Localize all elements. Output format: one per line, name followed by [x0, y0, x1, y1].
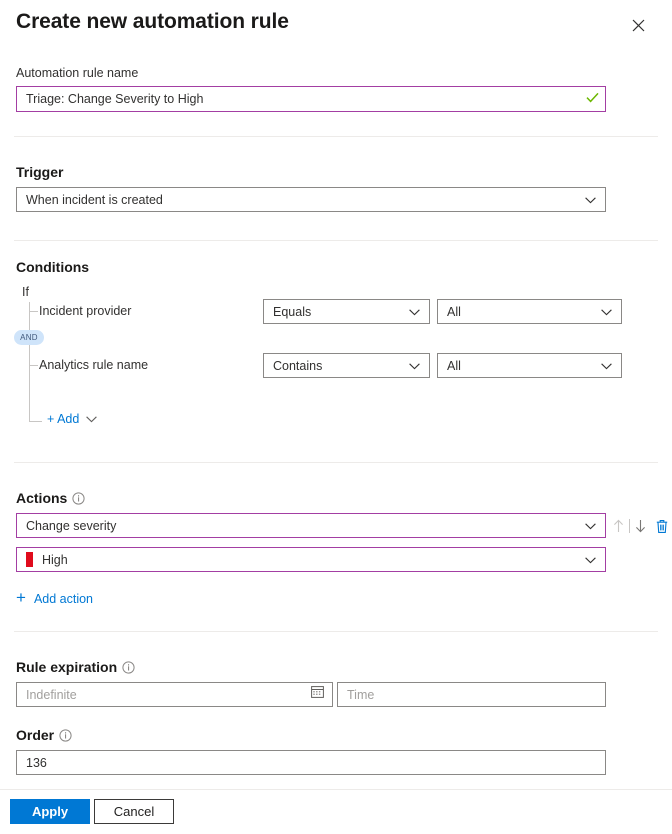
move-down-icon[interactable]: [634, 517, 647, 535]
condition-tree-branch: [29, 365, 38, 366]
info-icon: [59, 729, 72, 742]
plus-icon: +: [16, 589, 26, 606]
chevron-down-icon: [86, 412, 97, 426]
add-condition-button[interactable]: + Add: [47, 412, 97, 426]
automation-rule-name-label: Automation rule name: [16, 66, 138, 80]
footer-divider: [0, 789, 672, 790]
info-icon: [72, 492, 85, 505]
panel-header: Create new automation rule: [0, 0, 672, 56]
page-title: Create new automation rule: [16, 10, 289, 34]
automation-rule-name-input[interactable]: [16, 86, 606, 112]
rule-expiration-date-input[interactable]: [16, 682, 333, 707]
chevron-down-icon: [585, 553, 596, 567]
trigger-heading: Trigger: [16, 164, 63, 180]
action-type-value: Change severity: [26, 519, 116, 533]
divider-after-name: [14, 136, 658, 137]
condition-tree-line: [29, 302, 30, 422]
actions-heading-label: Actions: [16, 490, 67, 506]
rule-expiration-time-input[interactable]: [337, 682, 606, 707]
conditions-heading-label: Conditions: [16, 259, 89, 275]
info-icon: [122, 661, 135, 674]
cancel-button[interactable]: Cancel: [94, 799, 174, 824]
condition-tree-branch: [29, 311, 38, 312]
condition-value-select[interactable]: All: [437, 353, 622, 378]
rule-expiration-heading-label: Rule expiration: [16, 659, 117, 675]
add-action-button[interactable]: + Add action: [16, 590, 93, 607]
condition-operator-select[interactable]: Contains: [263, 353, 430, 378]
order-heading-label: Order: [16, 727, 54, 743]
chevron-down-icon: [585, 193, 596, 207]
order-heading: Order: [16, 727, 72, 743]
severity-select[interactable]: High: [16, 547, 606, 572]
divider-after-trigger: [14, 240, 658, 241]
conditions-if-label: If: [22, 285, 29, 299]
conditions-heading: Conditions: [16, 259, 89, 275]
trigger-heading-label: Trigger: [16, 164, 63, 180]
severity-value: High: [42, 553, 68, 567]
trigger-select-value: When incident is created: [26, 193, 163, 207]
rule-expiration-heading: Rule expiration: [16, 659, 135, 675]
chevron-down-icon: [585, 519, 596, 533]
close-icon[interactable]: [625, 12, 651, 38]
condition-operator-value: Contains: [273, 359, 322, 373]
condition-value-select[interactable]: All: [437, 299, 622, 324]
tool-separator: [629, 519, 630, 533]
action-type-select[interactable]: Change severity: [16, 513, 606, 538]
condition-tree-foot: [29, 421, 42, 422]
apply-button[interactable]: Apply: [10, 799, 90, 824]
add-action-label: Add action: [34, 592, 93, 606]
condition-row-name: Incident provider: [39, 304, 131, 318]
add-condition-label: + Add: [47, 412, 79, 426]
move-up-icon[interactable]: [612, 517, 625, 535]
chevron-down-icon: [601, 305, 612, 319]
divider-after-conditions: [14, 462, 658, 463]
chevron-down-icon: [601, 359, 612, 373]
condition-row-name: Analytics rule name: [39, 358, 148, 372]
chevron-down-icon: [409, 305, 420, 319]
delete-action-icon[interactable]: [654, 517, 670, 535]
create-automation-rule-panel: Create new automation rule Automation ru…: [0, 0, 672, 834]
severity-color-swatch: [26, 552, 33, 567]
actions-heading: Actions: [16, 490, 85, 506]
condition-operator-select[interactable]: Equals: [263, 299, 430, 324]
divider-after-actions: [14, 631, 658, 632]
condition-operator-badge: AND: [14, 330, 44, 345]
condition-value: All: [447, 305, 461, 319]
chevron-down-icon: [409, 359, 420, 373]
order-input[interactable]: [16, 750, 606, 775]
trigger-select[interactable]: When incident is created: [16, 187, 606, 212]
action-row-tools: [612, 514, 670, 538]
condition-value: All: [447, 359, 461, 373]
condition-operator-value: Equals: [273, 305, 311, 319]
